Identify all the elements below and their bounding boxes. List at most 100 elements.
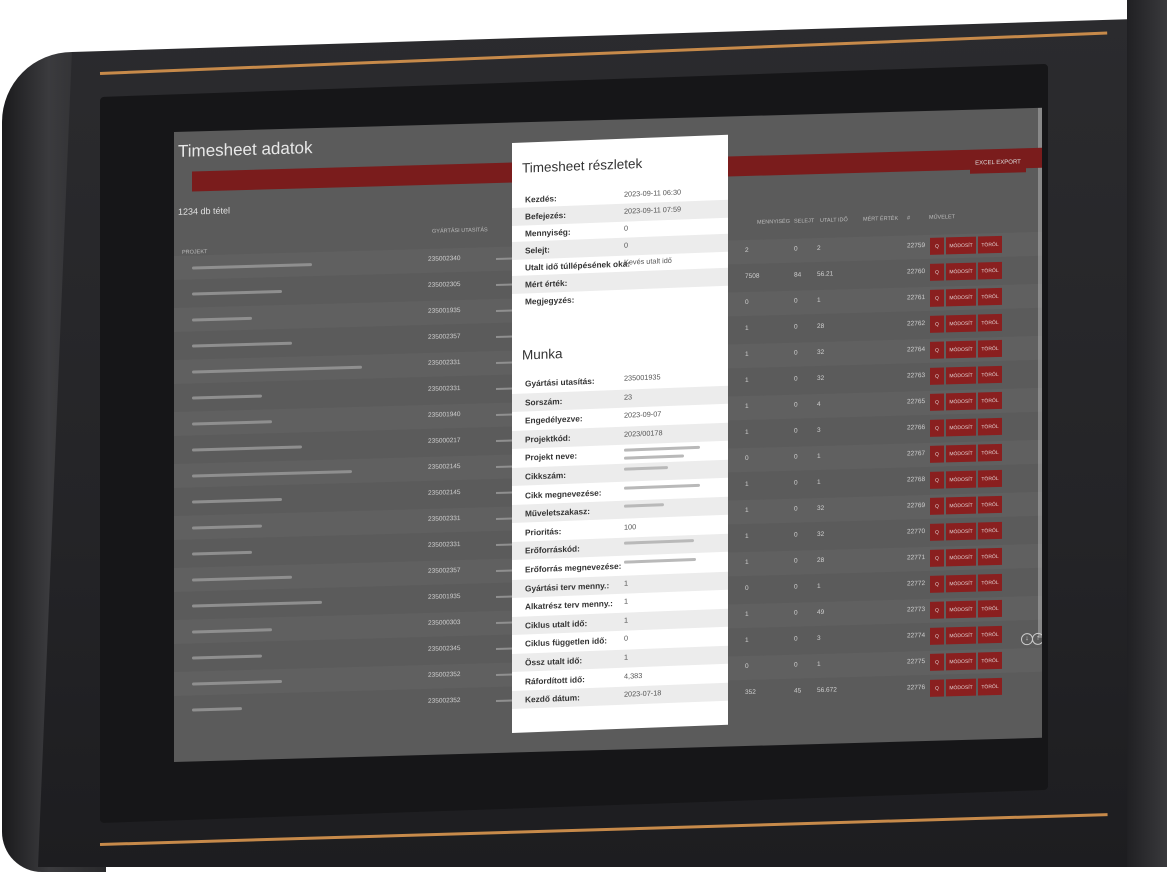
- edit-button[interactable]: MÓDOSÍT: [946, 522, 976, 541]
- view-button[interactable]: Q: [930, 627, 944, 645]
- delete-button[interactable]: TÖRÖL: [978, 495, 1002, 514]
- qty-cell: 0: [745, 662, 749, 671]
- edit-button[interactable]: MÓDOSÍT: [946, 470, 976, 489]
- id-cell: 22769: [907, 502, 926, 510]
- view-button[interactable]: Q: [930, 289, 944, 307]
- delete-button[interactable]: TÖRÖL: [978, 339, 1002, 358]
- project-name-redacted: [192, 289, 282, 296]
- delete-button[interactable]: TÖRÖL: [978, 391, 1002, 410]
- delete-button[interactable]: TÖRÖL: [978, 365, 1002, 384]
- edit-button[interactable]: MÓDOSÍT: [946, 496, 976, 515]
- edit-button[interactable]: MÓDOSÍT: [946, 418, 976, 437]
- view-button[interactable]: Q: [930, 575, 944, 593]
- view-button[interactable]: Q: [930, 367, 944, 385]
- delete-button[interactable]: TÖRÖL: [978, 469, 1002, 488]
- detail-label: Sorszám:: [525, 395, 563, 408]
- delete-button[interactable]: TÖRÖL: [978, 313, 1002, 332]
- delete-button[interactable]: TÖRÖL: [978, 651, 1002, 670]
- edit-button[interactable]: MÓDOSÍT: [946, 444, 976, 463]
- delete-button[interactable]: TÖRÖL: [978, 261, 1002, 280]
- col-header-id: #: [907, 215, 911, 222]
- qty-cell: 1: [745, 636, 749, 645]
- edit-button[interactable]: MÓDOSÍT: [946, 288, 976, 307]
- edit-button[interactable]: MÓDOSÍT: [946, 340, 976, 359]
- order-cell: 235001940: [428, 410, 461, 419]
- qty-cell: 1: [745, 402, 749, 411]
- edit-button[interactable]: MÓDOSÍT: [946, 678, 976, 697]
- scroll-up-icon[interactable]: ↑: [1032, 632, 1042, 646]
- id-cell: 22775: [907, 658, 926, 666]
- order-cell: 235002331: [428, 384, 461, 393]
- delete-button[interactable]: TÖRÖL: [978, 521, 1002, 540]
- view-button[interactable]: Q: [930, 549, 944, 567]
- device-frame: Timesheet adatok EXCEL EXPORT 1234 db té…: [0, 0, 1167, 872]
- view-button[interactable]: Q: [930, 497, 944, 515]
- time-cell: 1: [817, 478, 821, 487]
- time-cell: 1: [817, 660, 821, 669]
- detail-value: 1: [624, 596, 629, 606]
- edit-button[interactable]: MÓDOSÍT: [946, 392, 976, 411]
- view-button[interactable]: Q: [930, 419, 944, 437]
- id-cell: 22763: [907, 372, 926, 380]
- view-button[interactable]: Q: [930, 341, 944, 359]
- col-header-qty: MENNYISÉG: [757, 218, 791, 226]
- detail-value: 23: [624, 391, 633, 402]
- view-button[interactable]: Q: [930, 445, 944, 463]
- view-button[interactable]: Q: [930, 653, 944, 671]
- view-button[interactable]: Q: [930, 679, 944, 697]
- view-button[interactable]: Q: [930, 237, 944, 255]
- col-header-action: MŰVELET: [929, 214, 955, 221]
- view-button[interactable]: Q: [930, 315, 944, 333]
- order-cell: 235002357: [428, 566, 461, 575]
- time-cell: 1: [817, 452, 821, 461]
- id-cell: 22766: [907, 424, 926, 432]
- edit-button[interactable]: MÓDOSÍT: [946, 652, 976, 671]
- detail-label: Erőforrás megnevezése:: [525, 560, 622, 575]
- delete-button[interactable]: TÖRÖL: [978, 443, 1002, 462]
- edit-button[interactable]: MÓDOSÍT: [946, 366, 976, 385]
- delete-button[interactable]: TÖRÖL: [978, 417, 1002, 436]
- edit-button[interactable]: MÓDOSÍT: [946, 262, 976, 281]
- col-header-time: UTALT IDŐ: [820, 217, 848, 224]
- qty-cell: 1: [745, 428, 749, 437]
- qty-cell: 0: [745, 454, 749, 463]
- view-button[interactable]: Q: [930, 601, 944, 619]
- edit-button[interactable]: MÓDOSÍT: [946, 600, 976, 619]
- delete-button[interactable]: TÖRÖL: [978, 625, 1002, 644]
- view-button[interactable]: Q: [930, 393, 944, 411]
- detail-value: 1: [624, 578, 629, 588]
- detail-value: 100: [624, 522, 637, 532]
- value-redacted: [624, 483, 700, 490]
- detail-label: Befejezés:: [525, 209, 567, 222]
- edit-button[interactable]: MÓDOSÍT: [946, 626, 976, 645]
- time-cell: 1: [817, 582, 821, 591]
- delete-button[interactable]: TÖRÖL: [978, 235, 1002, 254]
- col-header-measured: MÉRT ÉRTÉK: [863, 215, 899, 223]
- delete-button[interactable]: TÖRÖL: [978, 677, 1002, 696]
- delete-button[interactable]: TÖRÖL: [978, 287, 1002, 306]
- edit-button[interactable]: MÓDOSÍT: [946, 574, 976, 593]
- edit-button[interactable]: MÓDOSÍT: [946, 548, 976, 567]
- time-cell: 32: [817, 374, 825, 383]
- excel-export-button[interactable]: EXCEL EXPORT: [970, 152, 1026, 174]
- scrap-cell: 0: [794, 349, 798, 357]
- time-cell: 2: [817, 244, 821, 253]
- value-redacted: [624, 446, 700, 453]
- id-cell: 22764: [907, 346, 926, 354]
- edit-button[interactable]: MÓDOSÍT: [946, 236, 976, 255]
- delete-button[interactable]: TÖRÖL: [978, 547, 1002, 566]
- view-button[interactable]: Q: [930, 523, 944, 541]
- delete-button[interactable]: TÖRÖL: [978, 599, 1002, 618]
- scrap-cell: 0: [794, 531, 798, 539]
- edit-button[interactable]: MÓDOSÍT: [946, 314, 976, 333]
- view-button[interactable]: Q: [930, 263, 944, 281]
- project-name-redacted: [192, 341, 292, 348]
- view-button[interactable]: Q: [930, 471, 944, 489]
- detail-label: Engedélyezve:: [525, 413, 583, 426]
- order-cell: 235002305: [428, 280, 461, 289]
- id-cell: 22770: [907, 528, 926, 536]
- qty-cell: 1: [745, 558, 749, 567]
- delete-button[interactable]: TÖRÖL: [978, 573, 1002, 592]
- qty-cell: 7508: [745, 272, 760, 281]
- order-cell: 235002145: [428, 488, 461, 497]
